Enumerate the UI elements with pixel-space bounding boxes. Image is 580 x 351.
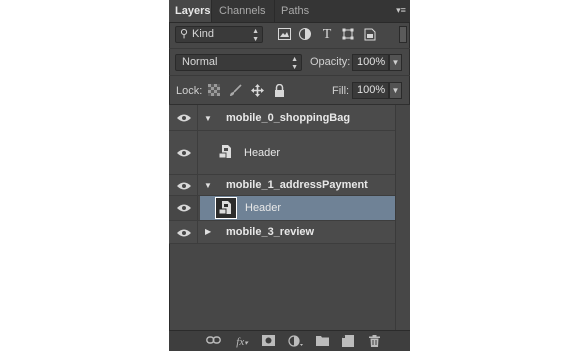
opacity-dropdown-button[interactable]: ▼	[389, 54, 402, 71]
lock-label: Lock:	[176, 85, 203, 97]
blend-row: Normal ▲ ▼ Opacity: 100% ▼	[169, 48, 410, 75]
smart-object-thumbnail-icon	[215, 197, 237, 219]
panel-tab-bar: Layers Channels Paths ▾≡	[169, 0, 410, 23]
expand-triangle-down-icon[interactable]: ▼	[204, 181, 212, 190]
layer-row-selected[interactable]: Header	[169, 196, 395, 221]
type-filter-icon[interactable]: T	[320, 28, 334, 42]
smart-object-filter-icon[interactable]	[363, 28, 377, 42]
layer-row[interactable]: Header	[169, 131, 395, 175]
filter-toggle-switch[interactable]	[399, 26, 407, 43]
opacity-label: Opacity:	[310, 56, 351, 68]
eye-icon	[177, 229, 191, 237]
image-filter-icon[interactable]	[277, 28, 291, 42]
layer-group-row[interactable]: ▼ mobile_0_shoppingBag	[169, 105, 395, 131]
expand-triangle-right-icon[interactable]: ▶	[205, 227, 211, 236]
expand-triangle-down-icon[interactable]: ▼	[204, 114, 212, 123]
fill-dropdown-button[interactable]: ▼	[389, 82, 402, 99]
stepper-arrows-icon: ▲ ▼	[252, 28, 259, 43]
lock-image-pixels-brush-icon[interactable]	[229, 84, 242, 97]
lock-all-icon[interactable]	[274, 83, 287, 97]
layer-effects-fx-icon[interactable]: fx▾	[233, 335, 251, 349]
opacity-input[interactable]: 100%	[352, 54, 389, 71]
filter-kind-label: Kind	[192, 28, 215, 40]
adjustment-filter-icon[interactable]	[298, 28, 312, 42]
lock-row: Lock: Fill: 100% ▼	[169, 75, 410, 104]
visibility-toggle[interactable]	[169, 175, 198, 195]
eye-icon	[177, 182, 191, 190]
layer-name: Header	[244, 147, 281, 159]
layer-group-row[interactable]: ▶ mobile_3_review	[169, 221, 395, 244]
layer-name: mobile_3_review	[226, 226, 315, 238]
smart-object-thumbnail-icon	[218, 145, 231, 159]
tab-channels[interactable]: Channels	[213, 0, 275, 22]
layer-group-row[interactable]: ▼ mobile_1_addressPayment	[169, 175, 395, 196]
fill-input[interactable]: 100%	[352, 82, 389, 99]
visibility-toggle[interactable]	[169, 105, 198, 130]
link-layers-icon[interactable]	[205, 335, 221, 349]
lock-transparent-pixels-icon[interactable]	[208, 84, 221, 97]
new-group-folder-icon[interactable]	[315, 335, 329, 349]
new-layer-icon[interactable]	[341, 335, 355, 349]
layer-name: Header	[245, 202, 282, 214]
layer-name: mobile_0_shoppingBag	[226, 112, 351, 124]
layers-panel: Layers Channels Paths ▾≡ ⚲ Kind ▲ ▼ T Nor…	[169, 0, 410, 351]
visibility-toggle[interactable]	[169, 221, 198, 243]
visibility-toggle[interactable]	[169, 196, 198, 220]
add-mask-icon[interactable]	[261, 335, 275, 349]
fill-label: Fill:	[332, 85, 350, 97]
eye-icon	[177, 114, 191, 122]
stepper-arrows-icon: ▲ ▼	[291, 56, 298, 71]
blend-mode-label: Normal	[182, 56, 218, 68]
search-icon: ⚲	[180, 28, 189, 40]
layer-name: mobile_1_addressPayment	[226, 179, 368, 191]
new-adjustment-layer-icon[interactable]	[287, 335, 303, 349]
shape-filter-icon[interactable]	[341, 28, 355, 42]
delete-layer-trash-icon[interactable]	[367, 335, 381, 349]
tab-paths[interactable]: Paths	[275, 0, 321, 22]
filter-row: ⚲ Kind ▲ ▼ T	[169, 22, 410, 48]
blend-mode-select[interactable]: Normal ▲ ▼	[175, 54, 302, 71]
filter-kind-select[interactable]: ⚲ Kind ▲ ▼	[175, 26, 263, 43]
scrollbar-track[interactable]	[395, 105, 410, 331]
eye-icon	[177, 204, 191, 212]
visibility-toggle[interactable]	[169, 131, 198, 174]
layers-bottom-toolbar: fx▾	[169, 330, 410, 351]
lock-position-move-icon[interactable]	[251, 84, 264, 97]
layers-list: ▼ mobile_0_shoppingBag Header ▼ mobile_1…	[169, 104, 410, 331]
tab-layers[interactable]: Layers	[169, 0, 212, 22]
panel-menu-icon[interactable]: ▾≡	[395, 3, 407, 17]
eye-icon	[177, 149, 191, 157]
